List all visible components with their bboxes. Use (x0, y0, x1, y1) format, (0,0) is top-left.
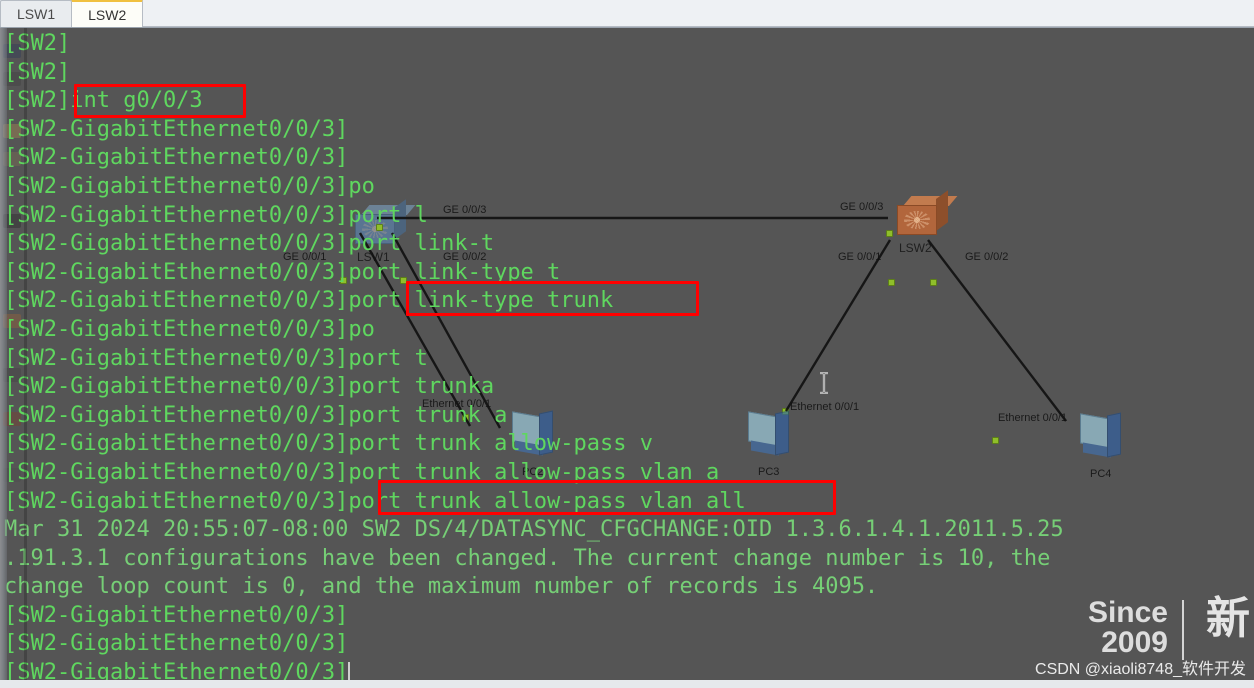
console-line: [SW2-GigabitEthernet0/0/3]port trunk a (4, 402, 508, 428)
console-line: [SW2] (4, 31, 71, 56)
watermark-since-line1: Since (1087, 596, 1168, 629)
text-ibeam-cursor (820, 372, 828, 394)
console-line: [SW2-GigabitEthernet0/0/3]port link-type… (4, 259, 561, 285)
console-left-divider (24, 28, 27, 680)
console-line: [SW2-GigabitEthernet0/0/3]port trunk all… (4, 488, 746, 514)
watermark-since-line2: 2009 (1101, 626, 1168, 659)
console-line: [SW2-GigabitEthernet0/0/3]port t (4, 345, 428, 371)
console-line: Mar 31 2024 20:55:07-08:00 SW2 DS/4/DATA… (4, 517, 1064, 543)
tabbar-filler (142, 0, 1254, 27)
console-line: [SW2-GigabitEthernet0/0/3] (4, 116, 349, 142)
console-line: [SW2-GigabitEthernet0/0/3]po (4, 173, 375, 199)
watermark-divider (1182, 600, 1184, 660)
console-line: [SW2-GigabitEthernet0/0/3]port trunk all… (4, 459, 720, 485)
console-line: [SW2]int g0/0/3 (4, 88, 203, 114)
console-line: [SW2-GigabitEthernet0/0/3] (4, 145, 349, 171)
console-line: [SW2-GigabitEthernet0/0/3] (4, 602, 349, 628)
device-console-tabbar: LSW1 LSW2 (0, 0, 1254, 28)
console-line: [SW2-GigabitEthernet0/0/3]port link-type… (4, 288, 614, 314)
watermark-cn-glyph: 新 (1206, 594, 1250, 643)
console-line: [SW2-GigabitEthernet0/0/3]port link-t (4, 231, 495, 257)
tab-lsw1-label: LSW1 (17, 6, 56, 22)
console-line: [SW2-GigabitEthernet0/0/3]port l (4, 202, 428, 228)
watermark-since: Since 2009 (1088, 598, 1168, 658)
console-line: [SW2-GigabitEthernet0/0/3]port trunk all… (4, 431, 654, 457)
ensp-application-window: LSW1 LSW2 LSW1GE 0/0/3GE 0/0/1GE 0/0/2L (0, 0, 1254, 688)
console-line: change loop count is 0, and the maximum … (4, 574, 879, 600)
canvas-left-gutter (0, 28, 7, 680)
console-line: [SW2] (4, 59, 71, 85)
console-line: [SW2-GigabitEthernet0/0/3]port trunka (4, 374, 495, 400)
console-line: [SW2-GigabitEthernet0/0/3]po (4, 316, 375, 342)
console-line: .191.3.1 configurations have been change… (4, 545, 1051, 571)
watermark-credit: CSDN @xiaoli8748_软件开发 (1035, 661, 1246, 678)
tab-lsw2-label: LSW2 (88, 6, 127, 23)
console-output-area[interactable]: [SW2] [SW2] [SW2]int g0/0/3 [SW2-GigabitEth… (0, 28, 1254, 685)
window-bottom-strip (0, 680, 1254, 688)
tab-lsw1[interactable]: LSW1 (0, 0, 73, 27)
tab-lsw2[interactable]: LSW2 (71, 0, 144, 27)
